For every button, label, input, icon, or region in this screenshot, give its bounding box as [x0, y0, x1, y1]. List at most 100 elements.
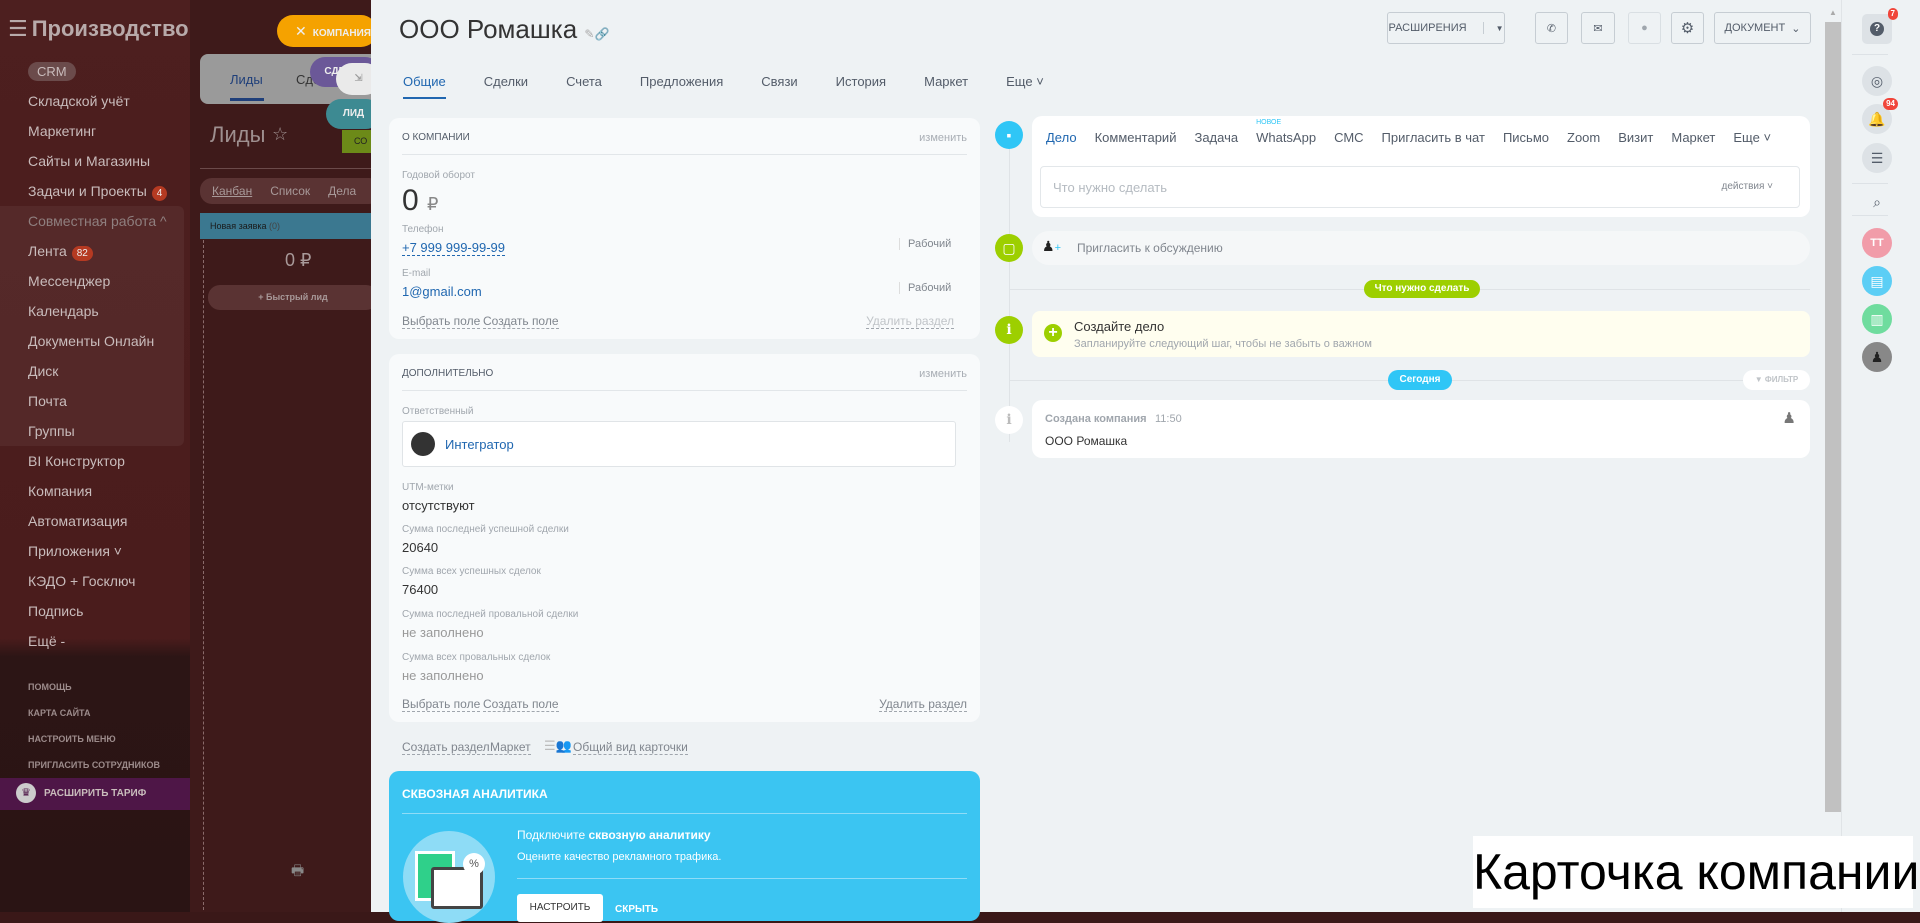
print-icon[interactable]: 🖶 — [291, 860, 304, 884]
menu-item-warehouse[interactable]: Складской учёт — [0, 86, 190, 116]
scroll-up-icon[interactable]: ▲ — [1829, 8, 1837, 17]
news-icon[interactable]: ▥ — [1862, 304, 1892, 334]
sitemap-link[interactable]: КАРТА САЙТА — [0, 700, 190, 726]
menu-item-groups[interactable]: Группы — [0, 416, 184, 446]
tab-task[interactable]: Задача — [1194, 130, 1238, 145]
star-icon[interactable]: ☆ — [272, 124, 288, 145]
help-button[interactable]: ? 7 — [1862, 8, 1898, 44]
scrollbar-thumb[interactable] — [1825, 22, 1842, 812]
user-avatar[interactable]: ♟ — [1862, 342, 1892, 372]
edit-section-link[interactable]: изменить — [919, 132, 967, 144]
help-link[interactable]: ПОМОЩЬ — [0, 674, 190, 700]
notifications-button[interactable]: 🔔 94 — [1862, 98, 1898, 134]
tab-invoices[interactable]: Счета — [566, 74, 602, 99]
responsible-user[interactable]: Интегратор — [402, 421, 956, 467]
menu-item-crm[interactable]: CRM — [0, 56, 190, 86]
delete-section-link[interactable]: Удалить раздел — [879, 697, 967, 712]
tab-quotes[interactable]: Предложения — [640, 74, 723, 99]
phone-button[interactable]: ✆ — [1535, 12, 1568, 44]
edit-section-link[interactable]: изменить — [919, 368, 967, 380]
tab-whatsapp[interactable]: НОВОЕ WhatsApp — [1256, 119, 1316, 145]
setup-button[interactable]: НАСТРОИТЬ — [517, 894, 603, 922]
create-section-link[interactable]: Создать раздел — [402, 740, 490, 755]
timeline-line — [1009, 132, 1010, 442]
settings-button[interactable]: ⚙ — [1671, 12, 1704, 44]
tab-more[interactable]: Еще ˅ — [1006, 74, 1044, 99]
actions-dropdown[interactable]: действия ˅ — [1722, 181, 1774, 192]
scrollbar[interactable]: ▲ — [1825, 0, 1842, 912]
invite-discussion[interactable]: ♟+ Пригласить к обсуждению — [1032, 231, 1810, 265]
email-link[interactable]: 1@gmail.com — [402, 284, 482, 299]
upgrade-plan-button[interactable]: ♛ РАСШИРИТЬ ТАРИФ — [0, 778, 195, 810]
create-field-link[interactable]: Создать поле — [483, 697, 559, 712]
bg-tab-leads[interactable]: Лиды — [230, 72, 263, 87]
menu-item-calendar[interactable]: Календарь — [0, 296, 184, 326]
menu-item-more[interactable]: Ещё - — [0, 626, 190, 656]
select-field-link[interactable]: Выбрать поле — [402, 314, 481, 329]
bg-quick-lead-button[interactable]: + Быстрый лид — [208, 285, 378, 310]
menu-item-sites[interactable]: Сайты и Магазины — [0, 146, 190, 176]
common-view-link[interactable]: Общий вид карточки — [573, 740, 688, 755]
menu-item-messenger[interactable]: Мессенджер — [0, 266, 184, 296]
create-activity-prompt[interactable]: + Создайте дело Запланируйте следующий ш… — [1032, 311, 1810, 357]
chevron-down-icon: ⌄ — [1791, 22, 1801, 35]
search-button[interactable]: ⌕ — [1862, 187, 1892, 217]
extensions-button[interactable]: РАСШИРЕНИЯ ▼ — [1387, 12, 1505, 44]
activity-input[interactable]: Что нужно сделать действия ˅ — [1040, 166, 1800, 208]
bg-view-kanban[interactable]: Канбан — [212, 184, 252, 204]
menu-item-bi[interactable]: BI Конструктор — [0, 446, 190, 476]
select-field-link[interactable]: Выбрать поле — [402, 697, 481, 712]
menu-item-tasks[interactable]: Задачи и Проекты 4 — [0, 176, 190, 206]
menu-item-kedo[interactable]: КЭДО + Госключ — [0, 566, 190, 596]
phone-link[interactable]: +7 999 999-99-99 — [402, 240, 506, 256]
create-field-link[interactable]: Создать поле — [483, 314, 559, 329]
edit-pencil-icon[interactable]: ✎ — [584, 27, 594, 41]
market-link[interactable]: Маркет — [490, 740, 531, 755]
tab-zoom[interactable]: Zoom — [1567, 130, 1600, 145]
menu-item-sign[interactable]: Подпись — [0, 596, 190, 626]
tab-deals[interactable]: Сделки — [484, 74, 528, 99]
menu-item-apps[interactable]: Приложения ˅ — [0, 536, 190, 566]
hide-button[interactable]: СКРЫТЬ — [615, 904, 658, 915]
tab-relations[interactable]: Связи — [761, 74, 797, 99]
close-slider-tab[interactable]: ✕ КОМПАНИЯ — [277, 15, 377, 47]
invite-employees-link[interactable]: ПРИГЛАСИТЬ СОТРУДНИКОВ — [0, 752, 190, 778]
menu-item-docs[interactable]: Документы Онлайн — [0, 326, 184, 356]
responsible-name[interactable]: Интегратор — [445, 437, 514, 452]
menu-item-feed[interactable]: Лента 82 — [0, 236, 184, 266]
tab-invite-chat[interactable]: Пригласить в чат — [1382, 130, 1485, 145]
menu-item-mail[interactable]: Почта — [0, 386, 184, 416]
menu-item-marketing[interactable]: Маркетинг — [0, 116, 190, 146]
bg-view-activities[interactable]: Дела — [328, 184, 356, 204]
chat-button[interactable]: ● — [1628, 12, 1661, 44]
bg-view-list[interactable]: Список — [270, 184, 310, 204]
open-lines-icon[interactable]: ▤ — [1862, 266, 1892, 296]
bg-green-button[interactable]: СО — [342, 130, 371, 153]
link-icon[interactable]: 🔗 — [594, 27, 609, 41]
menu-item-automation[interactable]: Автоматизация — [0, 506, 190, 536]
menu-group-header[interactable]: Совместная работа ^ — [0, 206, 184, 236]
tab-history[interactable]: История — [836, 74, 886, 99]
tab-activity[interactable]: Дело — [1046, 130, 1077, 145]
menu-item-disk[interactable]: Диск — [0, 356, 184, 386]
author-avatar-icon[interactable]: ♟ — [1783, 409, 1796, 427]
messages-button[interactable]: ☰ — [1862, 143, 1892, 173]
email-button[interactable]: ✉ — [1581, 12, 1615, 44]
tab-market[interactable]: Маркет — [1671, 130, 1715, 145]
tab-visit[interactable]: Визит — [1618, 130, 1653, 145]
tab-sms[interactable]: СМС — [1334, 130, 1363, 145]
plus-icon[interactable]: + — [1044, 324, 1062, 342]
tab-general[interactable]: Общие — [403, 74, 446, 99]
tab-comment[interactable]: Комментарий — [1095, 130, 1177, 145]
tab-market[interactable]: Маркет — [924, 74, 968, 99]
copilot-button[interactable]: ◎ — [1862, 66, 1892, 96]
filter-button[interactable]: ▼ ФИЛЬТР — [1743, 370, 1810, 390]
menu-item-company[interactable]: Компания — [0, 476, 190, 506]
configure-menu-link[interactable]: НАСТРОИТЬ МЕНЮ — [0, 726, 190, 752]
document-button[interactable]: ДОКУМЕНТ ⌄ — [1714, 12, 1811, 44]
tab-email[interactable]: Письмо — [1503, 130, 1549, 145]
user-avatar-tt[interactable]: ТТ — [1862, 228, 1892, 258]
tab-more[interactable]: Еще ˅ — [1733, 130, 1771, 145]
delete-section-link[interactable]: Удалить раздел — [866, 314, 954, 329]
right-sidebar: ? 7 ◎ 🔔 94 ☰ ⌕ ТТ ▤ ▥ ♟ — [1841, 0, 1920, 912]
